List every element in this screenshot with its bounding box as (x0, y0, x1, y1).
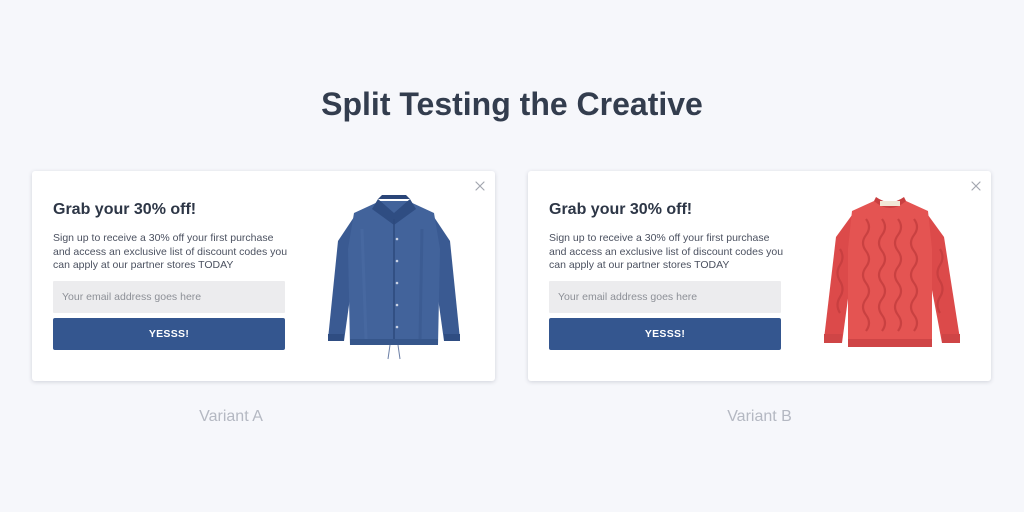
page-title: Split Testing the Creative (321, 86, 703, 122)
popup-heading: Grab your 30% off! (53, 201, 197, 218)
email-input[interactable] (549, 281, 781, 313)
submit-button[interactable]: YESSS! (549, 318, 781, 350)
popup-description: Sign up to receive a 30% off your first … (53, 232, 288, 271)
popup-description: Sign up to receive a 30% off your first … (549, 232, 784, 271)
red-sweater-image (810, 189, 970, 364)
popup-variant-a: Grab your 30% off! Sign up to receive a … (32, 171, 495, 381)
variant-b-label: Variant B (727, 408, 792, 425)
email-input[interactable] (53, 281, 285, 313)
variant-a-label: Variant A (199, 408, 263, 425)
denim-jacket-image (314, 189, 474, 364)
popup-variant-b: Grab your 30% off! Sign up to receive a … (528, 171, 991, 381)
submit-button[interactable]: YESSS! (53, 318, 285, 350)
popup-heading: Grab your 30% off! (549, 201, 693, 218)
